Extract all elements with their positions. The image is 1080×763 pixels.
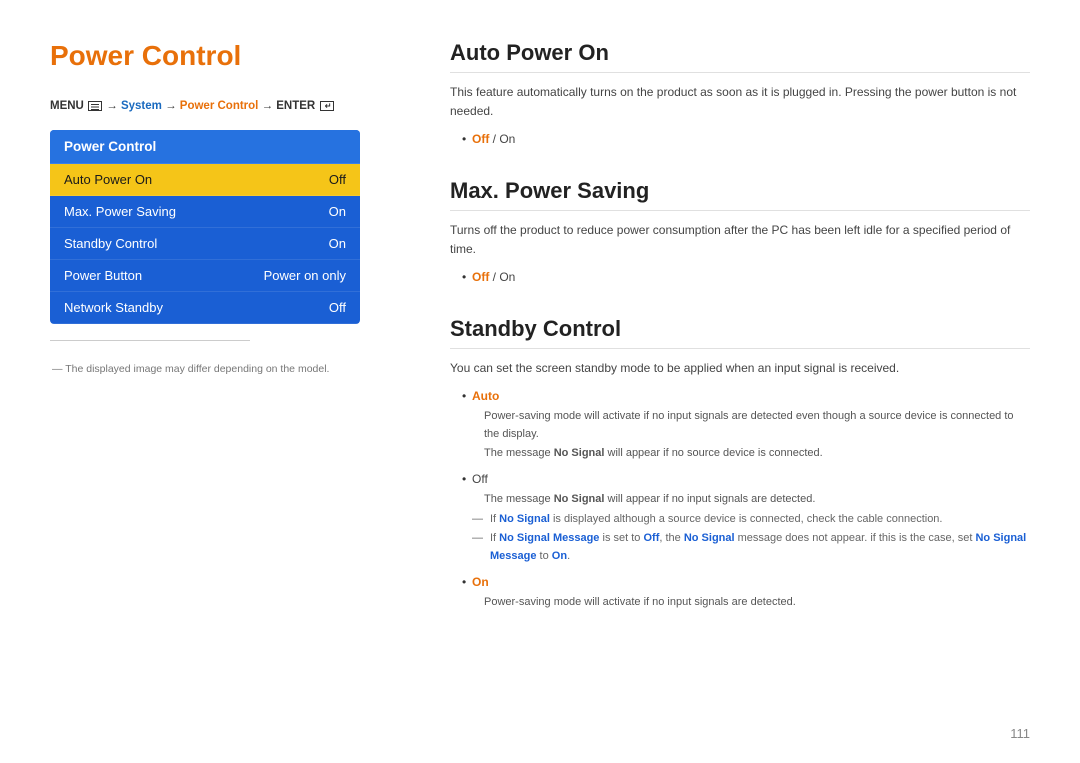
section-desc-max-power-saving: Turns off the product to reduce power co… bbox=[450, 221, 1030, 259]
no-signal-inline-2: No Signal bbox=[684, 532, 735, 544]
on-inline: On bbox=[552, 550, 567, 562]
menu-item-auto-power-on[interactable]: Auto Power On Off bbox=[50, 164, 360, 196]
no-signal-inline-1: No Signal bbox=[499, 513, 550, 525]
menu-item-label: Power Button bbox=[64, 268, 142, 283]
section-desc-standby-control: You can set the screen standby mode to b… bbox=[450, 359, 1030, 378]
section-auto-power-on: Auto Power On This feature automatically… bbox=[450, 40, 1030, 150]
bullet-off-on-2: Off / On bbox=[462, 267, 1030, 287]
right-panel: Auto Power On This feature automatically… bbox=[430, 40, 1030, 723]
menu-item-label: Standby Control bbox=[64, 236, 157, 251]
menu-item-value: Off bbox=[329, 172, 346, 187]
off-label-standby: Off bbox=[472, 472, 488, 486]
off-note-1: The message No Signal will appear if no … bbox=[472, 491, 1030, 509]
menu-item-label: Max. Power Saving bbox=[64, 204, 176, 219]
max-power-saving-bullets: Off / On bbox=[450, 267, 1030, 287]
standby-bullet-auto: Auto Power-saving mode will activate if … bbox=[462, 386, 1030, 463]
disclaimer: The displayed image may differ depending… bbox=[50, 363, 390, 375]
menu-item-value: Off bbox=[329, 300, 346, 315]
bullet-off-on: Off / On bbox=[462, 129, 1030, 149]
standby-control-bullets: Auto Power-saving mode will activate if … bbox=[450, 386, 1030, 612]
menu-item-power-button[interactable]: Power Button Power on only bbox=[50, 260, 360, 292]
auto-label: Auto bbox=[472, 389, 499, 403]
menu-box-title: Power Control bbox=[50, 130, 360, 164]
section-standby-control: Standby Control You can set the screen s… bbox=[450, 316, 1030, 612]
menu-path: MENU → System → Power Control → ENTER ↵ bbox=[50, 100, 390, 112]
separator-2: / On bbox=[493, 270, 516, 284]
page-number: 111 bbox=[1010, 726, 1030, 741]
menu-system: System bbox=[121, 100, 162, 112]
off-dash-note-2: If No Signal Message is set to Off, the … bbox=[472, 530, 1030, 565]
on-label: On bbox=[472, 575, 489, 589]
section-desc-auto-power-on: This feature automatically turns on the … bbox=[450, 83, 1030, 121]
off-inline: Off bbox=[643, 532, 659, 544]
left-panel: Power Control MENU → System → Power Cont… bbox=[50, 40, 430, 723]
menu-item-value: On bbox=[329, 236, 346, 251]
no-signal-bold-1: No Signal bbox=[554, 447, 605, 459]
menu-power-control: Power Control bbox=[180, 100, 259, 112]
separator: / On bbox=[493, 132, 516, 146]
auto-power-on-bullets: Off / On bbox=[450, 129, 1030, 149]
menu-item-standby-control[interactable]: Standby Control On bbox=[50, 228, 360, 260]
off-dash-note-1: If No Signal is displayed although a sou… bbox=[472, 511, 1030, 529]
menu-item-max-power-saving[interactable]: Max. Power Saving On bbox=[50, 196, 360, 228]
menu-box: Power Control Auto Power On Off Max. Pow… bbox=[50, 130, 360, 324]
auto-note-1: Power-saving mode will activate if no in… bbox=[472, 408, 1030, 443]
off-label-2: Off bbox=[472, 270, 489, 284]
auto-note-2: The message No Signal will appear if no … bbox=[472, 445, 1030, 463]
off-label: Off bbox=[472, 132, 489, 146]
divider bbox=[50, 340, 250, 341]
section-max-power-saving: Max. Power Saving Turns off the product … bbox=[450, 178, 1030, 288]
no-signal-bold-2: No Signal bbox=[554, 493, 605, 505]
menu-item-value: On bbox=[329, 204, 346, 219]
menu-item-network-standby[interactable]: Network Standby Off bbox=[50, 292, 360, 324]
on-note-1: Power-saving mode will activate if no in… bbox=[472, 594, 1030, 612]
section-title-max-power-saving: Max. Power Saving bbox=[450, 178, 1030, 211]
menu-item-label: Network Standby bbox=[64, 300, 163, 315]
standby-bullet-off: Off The message No Signal will appear if… bbox=[462, 469, 1030, 566]
no-signal-message-inline-1: No Signal Message bbox=[499, 532, 599, 544]
section-title-auto-power-on: Auto Power On bbox=[450, 40, 1030, 73]
page-title: Power Control bbox=[50, 40, 390, 72]
section-title-standby-control: Standby Control bbox=[450, 316, 1030, 349]
menu-icon bbox=[88, 101, 102, 111]
menu-item-label: Auto Power On bbox=[64, 172, 152, 187]
standby-bullet-on: On Power-saving mode will activate if no… bbox=[462, 572, 1030, 612]
menu-item-value: Power on only bbox=[264, 268, 346, 283]
menu-prefix: MENU bbox=[50, 100, 84, 112]
enter-icon: ↵ bbox=[320, 101, 334, 111]
